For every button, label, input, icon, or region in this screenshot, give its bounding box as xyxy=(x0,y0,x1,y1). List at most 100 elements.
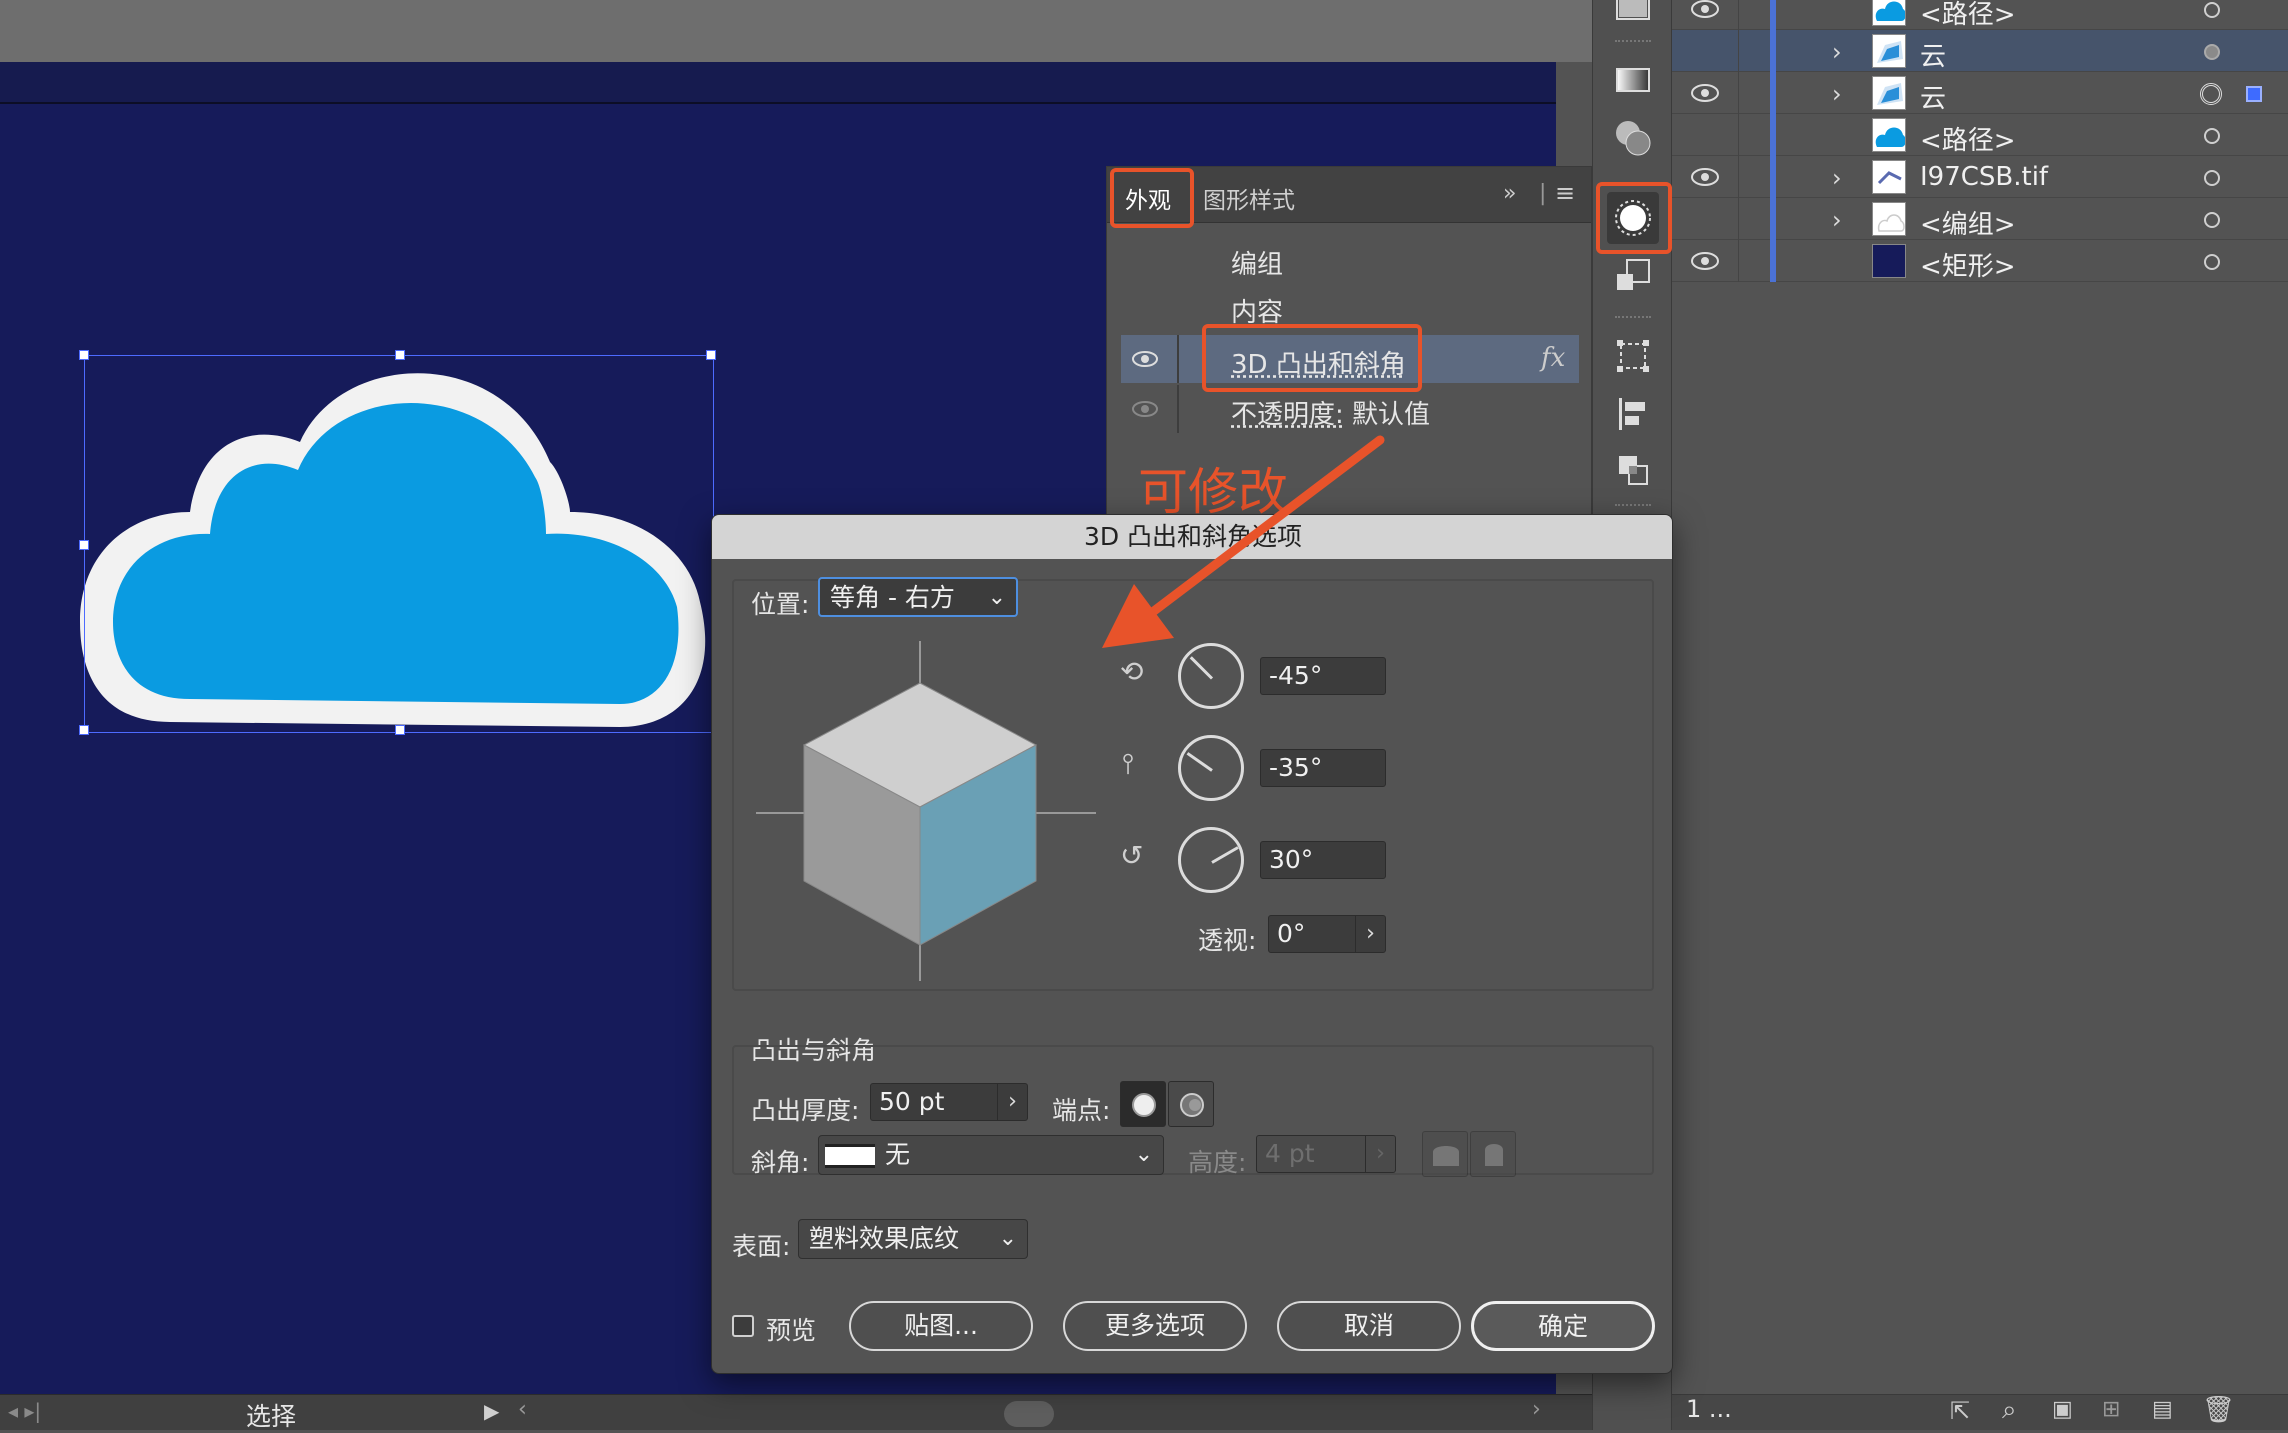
appearance-row-group[interactable]: 编组 xyxy=(1121,235,1579,283)
layer-name[interactable]: <路径> xyxy=(1920,0,2016,31)
expand-chevron-icon[interactable]: › xyxy=(1832,38,1842,66)
panel-grip-2[interactable] xyxy=(1615,316,1651,322)
export-icon[interactable]: ⇱ xyxy=(1950,1397,1970,1425)
surface-select[interactable]: 塑料效果底纹 ⌄ xyxy=(798,1219,1028,1259)
layer-name[interactable]: <编组> xyxy=(1920,204,2016,241)
rotate-y-field[interactable]: -35° xyxy=(1260,749,1386,787)
collapse-panel-icon[interactable]: » xyxy=(1503,181,1516,206)
new-layer-icon[interactable]: ▤ xyxy=(2152,1397,2173,1422)
layer-name[interactable]: <路径> xyxy=(1920,120,2016,157)
handle-bottom-left[interactable] xyxy=(79,725,89,735)
tab-graphic-styles[interactable]: 图形样式 xyxy=(1203,181,1295,215)
selection-color-square[interactable] xyxy=(2246,86,2262,102)
handle-mid-left[interactable] xyxy=(79,540,89,550)
layers-panel: <路径> › 云 › 云 <路径> › I97CSB.tif › <编组> <矩… xyxy=(1672,0,2288,1430)
layer-thumbnail xyxy=(1872,202,1906,236)
scroll-right-icon[interactable]: › xyxy=(1532,1397,1541,1422)
transparency-icon[interactable] xyxy=(1607,112,1659,164)
layer-thumbnail xyxy=(1872,76,1906,110)
layer-name[interactable]: 云 xyxy=(1920,78,1946,115)
rotate-y-axis-icon: ⫯ xyxy=(1122,747,1135,780)
surface-label: 表面: xyxy=(732,1232,791,1261)
rotate-z-dial[interactable] xyxy=(1178,827,1244,893)
expand-chevron-icon[interactable]: › xyxy=(1832,80,1842,108)
rotation-cube-preview[interactable] xyxy=(756,641,1096,981)
horizontal-scroll-thumb[interactable] xyxy=(1004,1401,1054,1427)
visibility-eye-icon[interactable] xyxy=(1690,250,1720,272)
position-select[interactable]: 等角 - 右方 ⌄ xyxy=(818,577,1018,617)
rotate-z-field[interactable]: 30° xyxy=(1260,841,1386,879)
expand-chevron-icon[interactable]: › xyxy=(1832,206,1842,234)
perspective-field[interactable]: 0° › xyxy=(1268,915,1386,953)
depth-label: 凸出厚度: xyxy=(751,1096,860,1125)
position-label: 位置: xyxy=(751,590,810,619)
pathfinder-icon[interactable] xyxy=(1607,444,1659,496)
layer-name[interactable]: I97CSB.tif xyxy=(1920,162,2048,192)
preview-label[interactable]: 预览 xyxy=(766,1311,816,1347)
layer-row[interactable]: <矩形> xyxy=(1672,240,2288,282)
chevron-right-icon[interactable]: › xyxy=(1355,915,1385,953)
canvas-ruler-strip xyxy=(0,62,1592,104)
cap-off-button[interactable] xyxy=(1168,1081,1214,1127)
delete-icon[interactable]: 🗑 xyxy=(2202,1395,2235,1425)
cancel-button[interactable]: 取消 xyxy=(1277,1301,1461,1351)
perspective-value: 0° xyxy=(1277,919,1306,948)
align-icon[interactable] xyxy=(1607,388,1659,440)
depth-field[interactable]: 50 pt › xyxy=(870,1083,1028,1121)
rotate-y-dial[interactable] xyxy=(1178,735,1244,801)
handle-top-left[interactable] xyxy=(79,350,89,360)
target-circle-icon[interactable] xyxy=(2204,44,2220,60)
target-circle-icon[interactable] xyxy=(2204,212,2220,228)
visibility-eye-icon[interactable] xyxy=(1690,82,1720,104)
target-circle-icon[interactable] xyxy=(2204,128,2220,144)
selection-bounding-box[interactable] xyxy=(79,350,716,735)
visibility-eye-icon[interactable] xyxy=(1131,348,1159,370)
bevel-select[interactable]: 无 ⌄ xyxy=(818,1135,1164,1175)
ok-button[interactable]: 确定 xyxy=(1471,1301,1655,1351)
layer-row[interactable]: <路径> xyxy=(1672,0,2288,30)
visibility-eye-icon[interactable] xyxy=(1690,166,1720,188)
visibility-eye-icon[interactable] xyxy=(1131,398,1159,420)
chevron-right-icon[interactable]: › xyxy=(997,1083,1027,1121)
highlight-3d-effect xyxy=(1202,324,1422,392)
layer-name[interactable]: 云 xyxy=(1920,36,1946,73)
map-art-button[interactable]: 贴图... xyxy=(849,1301,1033,1351)
expand-chevron-icon[interactable]: › xyxy=(1832,164,1842,192)
gradient-icon[interactable] xyxy=(1607,54,1659,106)
transform-icon[interactable] xyxy=(1607,330,1659,382)
handle-top-right[interactable] xyxy=(706,350,716,360)
layer-row[interactable]: › 云 xyxy=(1672,30,2288,72)
panel-grip-3[interactable] xyxy=(1615,504,1651,510)
appearance-row-opacity[interactable]: 不透明度: 默认值 xyxy=(1121,385,1579,433)
locate-object-icon[interactable]: ⌕ xyxy=(2002,1395,2017,1426)
layer-row[interactable]: › <编组> xyxy=(1672,198,2288,240)
target-circle-icon[interactable] xyxy=(2204,170,2220,186)
target-circle-icon[interactable] xyxy=(2204,2,2220,18)
graphic-styles-icon[interactable] xyxy=(1607,250,1659,302)
cap-on-button[interactable] xyxy=(1120,1081,1166,1127)
layer-row[interactable]: › 云 xyxy=(1672,72,2288,114)
scroll-left-icon[interactable]: ‹ xyxy=(518,1397,527,1422)
preview-checkbox[interactable] xyxy=(732,1315,754,1337)
more-options-button[interactable]: 更多选项 xyxy=(1063,1301,1247,1351)
opacity-label[interactable]: 不透明度: xyxy=(1231,400,1344,430)
layer-name[interactable]: <矩形> xyxy=(1920,246,2016,283)
clipping-mask-icon[interactable]: ▣ xyxy=(2052,1397,2073,1422)
handle-bottom-mid[interactable] xyxy=(395,725,405,735)
visibility-eye-icon[interactable] xyxy=(1690,0,1720,20)
panel-menu-icon[interactable]: ≡ xyxy=(1555,179,1575,207)
layer-row[interactable]: › I97CSB.tif xyxy=(1672,156,2288,198)
gradient-swatch-icon[interactable] xyxy=(1607,0,1659,34)
layer-row[interactable]: <路径> xyxy=(1672,114,2288,156)
handle-top-mid[interactable] xyxy=(395,350,405,360)
chevron-right-icon: › xyxy=(1365,1135,1395,1173)
chevron-down-icon: ⌄ xyxy=(998,1226,1017,1251)
new-sublayer-icon[interactable]: ⊞ xyxy=(2102,1397,2120,1422)
prev-artboard-icon[interactable]: ◂ ▸| xyxy=(8,1399,41,1423)
target-circle-icon[interactable] xyxy=(2200,83,2222,105)
fx-icon[interactable]: fx xyxy=(1541,343,1565,373)
status-play-icon[interactable]: ▶ xyxy=(484,1399,499,1423)
panel-grip[interactable] xyxy=(1615,40,1651,46)
target-circle-icon[interactable] xyxy=(2204,254,2220,270)
chevron-down-icon: ⌄ xyxy=(1134,1142,1153,1167)
